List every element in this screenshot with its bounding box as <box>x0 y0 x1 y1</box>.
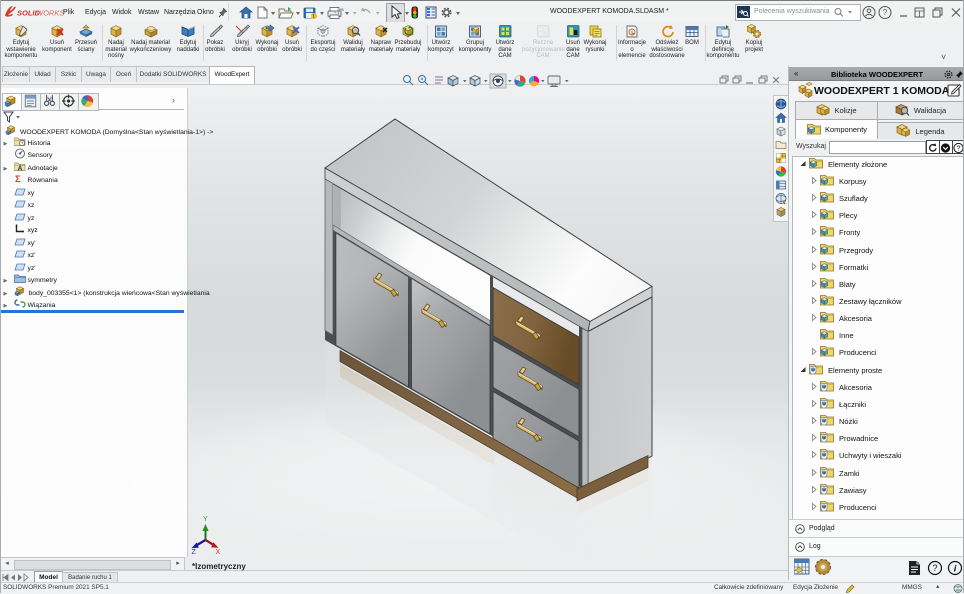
svg-text:WORKS: WORKS <box>36 9 64 18</box>
svg-text:?: ? <box>933 563 938 573</box>
svg-text:i: i <box>954 564 957 575</box>
svg-text:Z: Z <box>192 549 197 556</box>
svg-text:?: ? <box>883 8 888 17</box>
svg-text:Σ: Σ <box>15 174 21 184</box>
svg-text:?: ? <box>957 146 961 153</box>
svg-text:X: X <box>216 549 221 556</box>
svg-text:Y: Y <box>203 516 208 523</box>
svg-text:A: A <box>17 165 22 172</box>
svg-text:!: ! <box>313 14 315 20</box>
